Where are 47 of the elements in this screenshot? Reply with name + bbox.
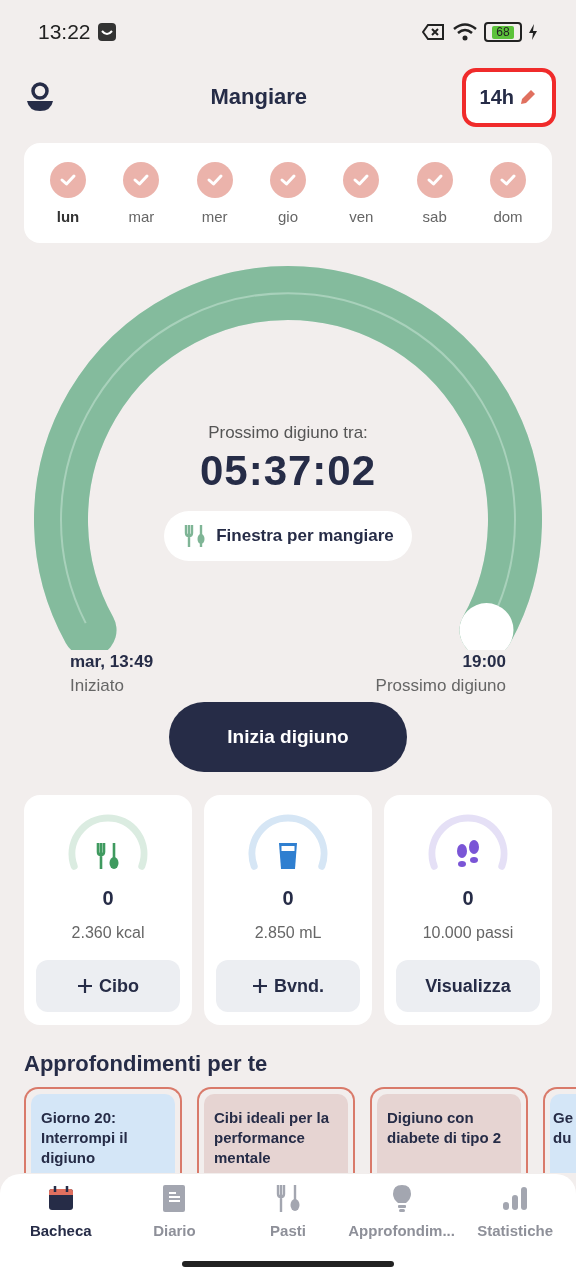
wifi-icon [452, 22, 478, 42]
stat-goal: 2.360 kcal [71, 924, 145, 942]
progress-thumb [459, 603, 514, 650]
stat-action-button[interactable]: Cibo [36, 960, 180, 1012]
day-label[interactable]: mar [128, 207, 155, 225]
stat-action-button[interactable]: Visualizza [396, 960, 540, 1012]
battery-icon: 68 [484, 22, 522, 42]
stat-value: 0 [282, 887, 294, 910]
end-time: 19:00 [461, 652, 506, 672]
section-title: Approfondimenti per te [24, 1051, 269, 1077]
day-label[interactable]: lun [56, 207, 80, 225]
day-label[interactable]: sab [422, 207, 447, 225]
article-card[interactable]: Giorno 20: Interrompi il digiuno [24, 1087, 182, 1173]
day-label[interactable]: ven [349, 207, 374, 225]
stat-action-button[interactable]: Bvnd. [216, 960, 360, 1012]
no-sim-icon [422, 22, 446, 42]
charging-icon [528, 23, 538, 41]
article-title: Digiuno con diabete di tipo 2 [387, 1108, 503, 1148]
end-label: Prossimo digiuno [375, 676, 506, 696]
pencil-icon[interactable] [518, 87, 538, 107]
clock-time: 13:22 [38, 20, 91, 44]
cutlery-icon[interactable] [274, 1184, 302, 1214]
countdown-caption: Prossimo digiuno tra: [208, 423, 368, 443]
start-label: Iniziato [70, 676, 125, 696]
plus-icon [252, 978, 268, 994]
stat-goal: 10.000 passi [422, 924, 514, 942]
countdown-time: 05:37:02 [199, 447, 377, 495]
screen-title: Mangiare [210, 84, 308, 110]
article-card[interactable]: Cibi ideali per la performance mentale [197, 1087, 355, 1173]
article-card[interactable]: Digiuno con diabete di tipo 2 [370, 1087, 528, 1173]
article-title: Giorno 20: Interrompi il digiuno [41, 1108, 129, 1168]
day-label[interactable]: dom [493, 207, 523, 225]
fasting-goal-button[interactable]: 14h [461, 67, 556, 127]
article-title: Ge du [553, 1108, 574, 1148]
tab-label[interactable]: Bacheca [29, 1222, 92, 1239]
start-fast-button[interactable]: Inizia digiuno [169, 702, 407, 772]
profile-icon[interactable] [24, 81, 56, 113]
day-label[interactable]: gio [277, 207, 298, 225]
eating-window-label: Finestra per mangiare [216, 526, 394, 546]
article-title: Cibi ideali per la performance mentale [214, 1108, 331, 1168]
stat-value: 0 [102, 887, 114, 910]
app-notification-icon [96, 22, 117, 42]
day-label[interactable]: mer [201, 207, 228, 225]
start-time: mar, 13:49 [70, 652, 154, 672]
stat-goal: 2.850 mL [254, 924, 322, 942]
stat-value: 0 [462, 887, 474, 910]
plus-icon [77, 978, 93, 994]
